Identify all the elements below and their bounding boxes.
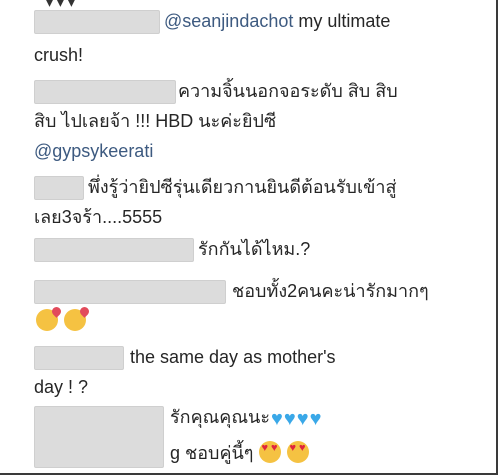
heart-eyes-icon [286, 441, 309, 463]
comment-line: g ชอบคู่นี้ๆ [170, 440, 310, 466]
comment-text: สิบ ไปเลยจ้า !!! HBD นะค่ะยิปซี [34, 111, 277, 131]
comment-text: รักคุณคุณนะ [170, 407, 271, 427]
comment-text: crush! [34, 45, 84, 65]
comment-text: พึ่งรู้ว่ายิปซีรุ่นเดียวกานยินดีต้อนรับเ… [88, 177, 397, 197]
comment-text: รักกันได้ไหม.? [198, 239, 311, 259]
heart-eyes-icon [258, 441, 281, 463]
blurred-username [34, 176, 84, 200]
comment-line: @seanjindachot my ultimate [164, 8, 390, 34]
face-blowing-kiss-icon [64, 309, 87, 331]
blue-heart-icon: ♥ [271, 408, 283, 430]
blurred-username [34, 346, 124, 370]
blue-heart-icon: ♥ [296, 408, 309, 430]
blurred-username [34, 406, 164, 468]
comment-line: รักคุณคุณนะ♥♥♥♥ [170, 404, 322, 432]
comment-text: เลย3จร้า....5555 [34, 207, 163, 227]
comment-text: my ultimate [293, 11, 391, 31]
comment-text: ความจิ้นนอกจอระดับ สิบ สิบ [178, 81, 398, 101]
comment-text: the same day as mother's [130, 347, 336, 367]
comment-text: g ชอบคู่นี้ๆ [170, 443, 254, 463]
mention-link[interactable]: @gypsykeerati [34, 138, 153, 164]
blurred-username [34, 238, 194, 262]
blurred-username [34, 280, 226, 304]
comment-text: day ! ? [34, 377, 89, 397]
emoji-row [36, 308, 87, 334]
blurred-username [34, 10, 160, 34]
face-blowing-kiss-icon [36, 309, 58, 331]
blue-heart-icon: ♥ [283, 408, 296, 430]
mention-link[interactable]: @seanjindachot [164, 11, 293, 31]
blurred-username [34, 80, 176, 104]
comment-text: ชอบทั้ง2คนคะน่ารักมากๆ [232, 281, 429, 301]
blue-heart-icon: ♥ [309, 408, 322, 430]
